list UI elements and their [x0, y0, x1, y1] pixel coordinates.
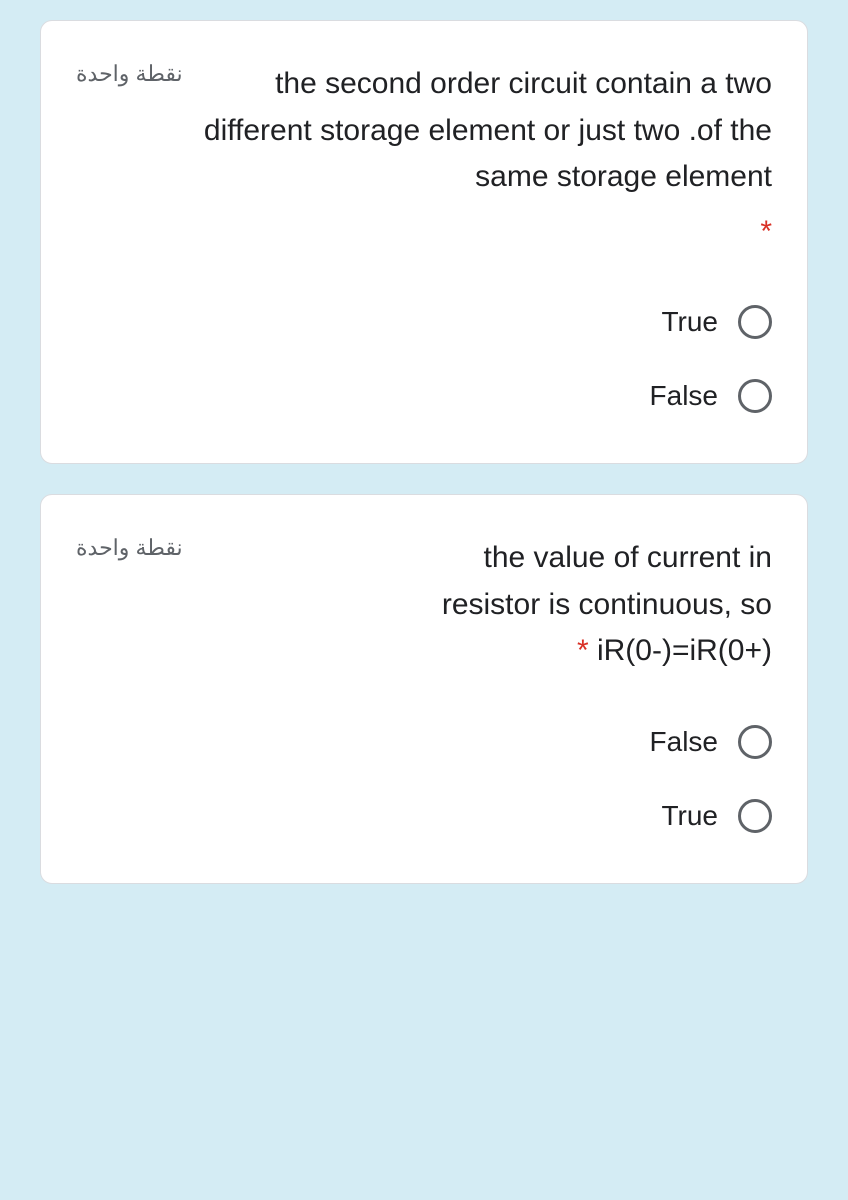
- question-text: the value of current in resistor is cont…: [203, 535, 772, 675]
- option-label: True: [661, 800, 718, 832]
- question-header: نقطة واحدة the value of current in resis…: [76, 535, 772, 675]
- option-true[interactable]: True: [76, 799, 772, 833]
- radio-icon: [738, 379, 772, 413]
- option-label: True: [661, 306, 718, 338]
- option-label: False: [650, 726, 718, 758]
- question-header: نقطة واحدة the second order circuit cont…: [76, 61, 772, 255]
- option-label: False: [650, 380, 718, 412]
- points-label: نقطة واحدة: [76, 61, 183, 87]
- option-false[interactable]: False: [76, 379, 772, 413]
- question-line1: the value of current in: [483, 541, 772, 574]
- option-true[interactable]: True: [76, 305, 772, 339]
- radio-icon: [738, 799, 772, 833]
- question-card-1: نقطة واحدة the second order circuit cont…: [40, 20, 808, 464]
- question-card-2: نقطة واحدة the value of current in resis…: [40, 494, 808, 884]
- radio-icon: [738, 725, 772, 759]
- question-text-content: the second order circuit contain a two d…: [204, 67, 772, 193]
- question-line2: resistor is continuous, so: [442, 588, 772, 621]
- required-marker: *: [203, 209, 772, 256]
- radio-icon: [738, 305, 772, 339]
- options-group: False True: [76, 725, 772, 833]
- question-text: the second order circuit contain a two d…: [203, 61, 772, 255]
- required-marker: *: [577, 634, 597, 667]
- question-line3: iR(0-)=iR(0+): [597, 634, 772, 667]
- points-label: نقطة واحدة: [76, 535, 183, 561]
- options-group: True False: [76, 305, 772, 413]
- option-false[interactable]: False: [76, 725, 772, 759]
